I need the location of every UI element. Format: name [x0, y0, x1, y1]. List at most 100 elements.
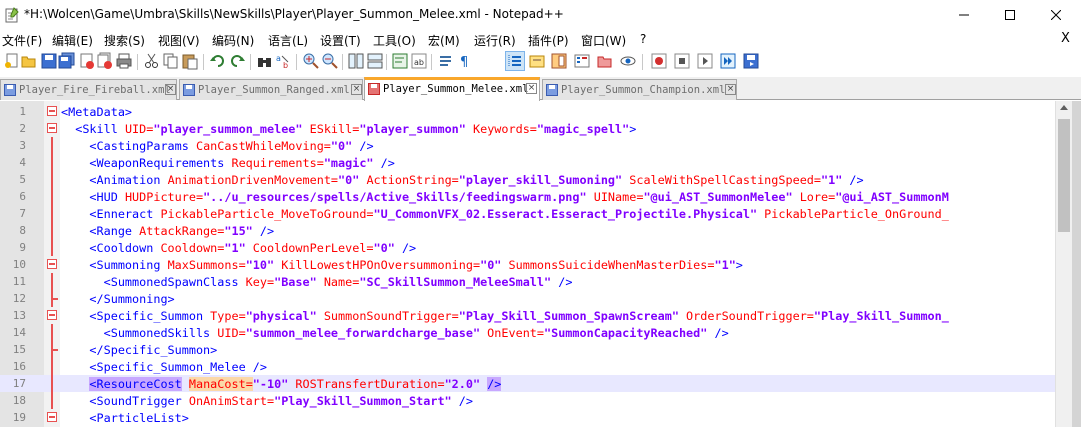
code-text[interactable]: <Range AttackRange="15" />	[61, 223, 274, 239]
text-editor[interactable]: 1 <MetaData> 2 <Skill UID="player_summon_m…	[0, 101, 1081, 427]
menu-encoding[interactable]: 编码(N)	[212, 32, 254, 49]
document-map-icon[interactable]	[550, 52, 568, 70]
code-line[interactable]: 16 <Specific_Summon_Melee />	[0, 358, 1081, 375]
code-text[interactable]: <Cooldown Cooldown="1" CooldownPerLevel=…	[61, 240, 416, 256]
sync-vertical-scroll-icon[interactable]	[347, 52, 365, 70]
find-icon[interactable]	[256, 52, 274, 70]
pilcrow-icon[interactable]: ¶	[456, 52, 474, 70]
code-text[interactable]: <CastingParams CanCastWhileMoving="0" />	[61, 138, 373, 154]
tab-player-fire-fireball[interactable]: Player_Fire_Fireball.xml ×	[0, 79, 177, 100]
code-line[interactable]: 10 <Summoning MaxSummons="10" KillLowest…	[0, 256, 1081, 273]
menu-settings[interactable]: 设置(T)	[320, 32, 361, 49]
menu-plugins[interactable]: 插件(P)	[528, 32, 569, 49]
function-list-icon[interactable]	[573, 52, 591, 70]
cut-icon[interactable]	[143, 52, 161, 70]
vertical-scrollbar[interactable]	[1055, 101, 1072, 427]
menu-run[interactable]: 运行(R)	[474, 32, 516, 49]
code-line[interactable]: 8 <Range AttackRange="15" />	[0, 222, 1081, 239]
code-line[interactable]: 5 <Animation AnimationDrivenMovement="0"…	[0, 171, 1081, 188]
code-line[interactable]: 6 <HUD HUDPicture="../u_resources/spells…	[0, 188, 1081, 205]
zoom-out-icon[interactable]	[321, 52, 339, 70]
scrollbar-thumb[interactable]	[1058, 119, 1070, 232]
code-text[interactable]: </Specific_Summon>	[61, 342, 217, 358]
fold-toggle-icon[interactable]	[47, 123, 57, 133]
code-line[interactable]: 2 <Skill UID="player_summon_melee" ESkil…	[0, 120, 1081, 137]
menu-search[interactable]: 搜索(S)	[104, 32, 145, 49]
menu-window[interactable]: 窗口(W)	[581, 32, 626, 49]
code-text[interactable]: <SummonedSpawnClass Key="Base" Name="SC_…	[61, 274, 573, 290]
code-text[interactable]: <Summoning MaxSummons="10" KillLowestHPO…	[61, 257, 742, 273]
new-file-icon[interactable]	[3, 52, 21, 70]
copy-icon[interactable]	[162, 52, 180, 70]
menu-file[interactable]: 文件(F)	[2, 32, 42, 49]
menu-language[interactable]: 语言(L)	[268, 32, 308, 49]
redo-icon[interactable]	[228, 52, 246, 70]
fold-toggle-icon[interactable]	[47, 310, 57, 320]
code-line[interactable]: 15 </Specific_Summon>	[0, 341, 1081, 358]
menu-view[interactable]: 视图(V)	[158, 32, 200, 49]
code-text[interactable]: <Specific_Summon_Melee />	[61, 359, 267, 375]
code-text[interactable]: <HUD HUDPicture="../u_resources/spells/A…	[61, 189, 948, 205]
code-line[interactable]: 11 <SummonedSpawnClass Key="Base" Name="…	[0, 273, 1081, 290]
menu-help[interactable]: ?	[640, 32, 646, 46]
stop-recording-icon[interactable]	[673, 52, 691, 70]
code-text[interactable]: </Summoning>	[61, 291, 174, 307]
code-line[interactable]: 4 <WeaponRequirements Requirements="magi…	[0, 154, 1081, 171]
code-line[interactable]: 17 <ResourceCost ManaCost="-10" ROSTrans…	[0, 375, 1081, 392]
save-all-icon[interactable]	[58, 52, 76, 70]
fold-toggle-icon[interactable]	[47, 106, 57, 116]
paste-icon[interactable]	[181, 52, 199, 70]
tab-player-summon-melee[interactable]: Player_Summon_Melee.xml ×	[364, 77, 540, 101]
code-text[interactable]: <Specific_Summon Type="physical" SummonS…	[61, 308, 948, 324]
undo-icon[interactable]	[209, 52, 227, 70]
close-file-icon[interactable]	[78, 52, 96, 70]
save-macro-icon[interactable]	[742, 52, 760, 70]
code-line[interactable]: 7 <Enneract PickableParticle_MoveToGroun…	[0, 205, 1081, 222]
folder-as-workspace-icon[interactable]	[596, 52, 614, 70]
code-text[interactable]: <Skill UID="player_summon_melee" ESkill=…	[61, 121, 636, 137]
code-text[interactable]: <MetaData>	[61, 104, 132, 120]
indent-guide-icon[interactable]	[505, 51, 525, 71]
tab-close-icon[interactable]: ×	[526, 83, 537, 94]
playback-macro-icon[interactable]	[696, 52, 714, 70]
run-macro-multiple-icon[interactable]	[719, 52, 737, 70]
code-line[interactable]: 19 <ParticleList>	[0, 409, 1081, 426]
code-line[interactable]: 9 <Cooldown Cooldown="1" CooldownPerLeve…	[0, 239, 1081, 256]
show-all-characters-icon[interactable]: ab	[410, 52, 428, 70]
code-line[interactable]: 13 <Specific_Summon Type="physical" Summ…	[0, 307, 1081, 324]
menu-macro[interactable]: 宏(M)	[428, 32, 460, 49]
fold-toggle-icon[interactable]	[47, 412, 57, 422]
close-all-icon[interactable]	[96, 52, 114, 70]
code-line[interactable]: 18 <SoundTrigger OnAnimStart="Play_Skill…	[0, 392, 1081, 409]
sync-horizontal-scroll-icon[interactable]	[366, 52, 384, 70]
show-symbol-icon[interactable]	[437, 52, 455, 70]
close-window-button[interactable]	[1033, 0, 1079, 30]
replace-icon[interactable]: ab	[275, 52, 293, 70]
fold-toggle-icon[interactable]	[47, 259, 57, 269]
record-macro-icon[interactable]	[650, 52, 668, 70]
tab-close-icon[interactable]: ×	[165, 84, 176, 95]
code-text[interactable]: <ParticleList>	[61, 410, 188, 426]
code-line[interactable]: 14 <SummonedSkills UID="summon_melee_for…	[0, 324, 1081, 341]
code-text[interactable]: <Animation AnimationDrivenMovement="0" A…	[61, 172, 863, 188]
print-icon[interactable]	[115, 52, 133, 70]
monitoring-icon[interactable]	[619, 52, 637, 70]
tab-close-icon[interactable]: ×	[351, 84, 362, 95]
menu-edit[interactable]: 编辑(E)	[52, 32, 93, 49]
code-line[interactable]: 12 </Summoning>	[0, 290, 1081, 307]
open-file-icon[interactable]	[20, 52, 38, 70]
close-document-button[interactable]: X	[1061, 31, 1070, 46]
code-text[interactable]: <ResourceCost ManaCost="-10" ROSTransfer…	[61, 376, 502, 392]
code-line[interactable]: 1 <MetaData>	[0, 103, 1081, 120]
maximize-button[interactable]	[987, 0, 1033, 30]
save-icon[interactable]	[40, 52, 58, 70]
minimize-button[interactable]	[941, 0, 987, 30]
code-line[interactable]: 3 <CastingParams CanCastWhileMoving="0" …	[0, 137, 1081, 154]
tab-close-icon[interactable]: ×	[725, 84, 736, 95]
tab-player-summon-ranged[interactable]: Player_Summon_Ranged.xml ×	[179, 79, 363, 100]
code-text[interactable]: <SoundTrigger OnAnimStart="Play_Skill_Su…	[61, 393, 473, 409]
tab-player-summon-champion[interactable]: Player_Summon_Champion.xml ×	[542, 79, 737, 100]
code-text[interactable]: <WeaponRequirements Requirements="magic"…	[61, 155, 394, 171]
scroll-up-arrow-icon[interactable]	[1060, 105, 1068, 110]
zoom-in-icon[interactable]	[302, 52, 320, 70]
